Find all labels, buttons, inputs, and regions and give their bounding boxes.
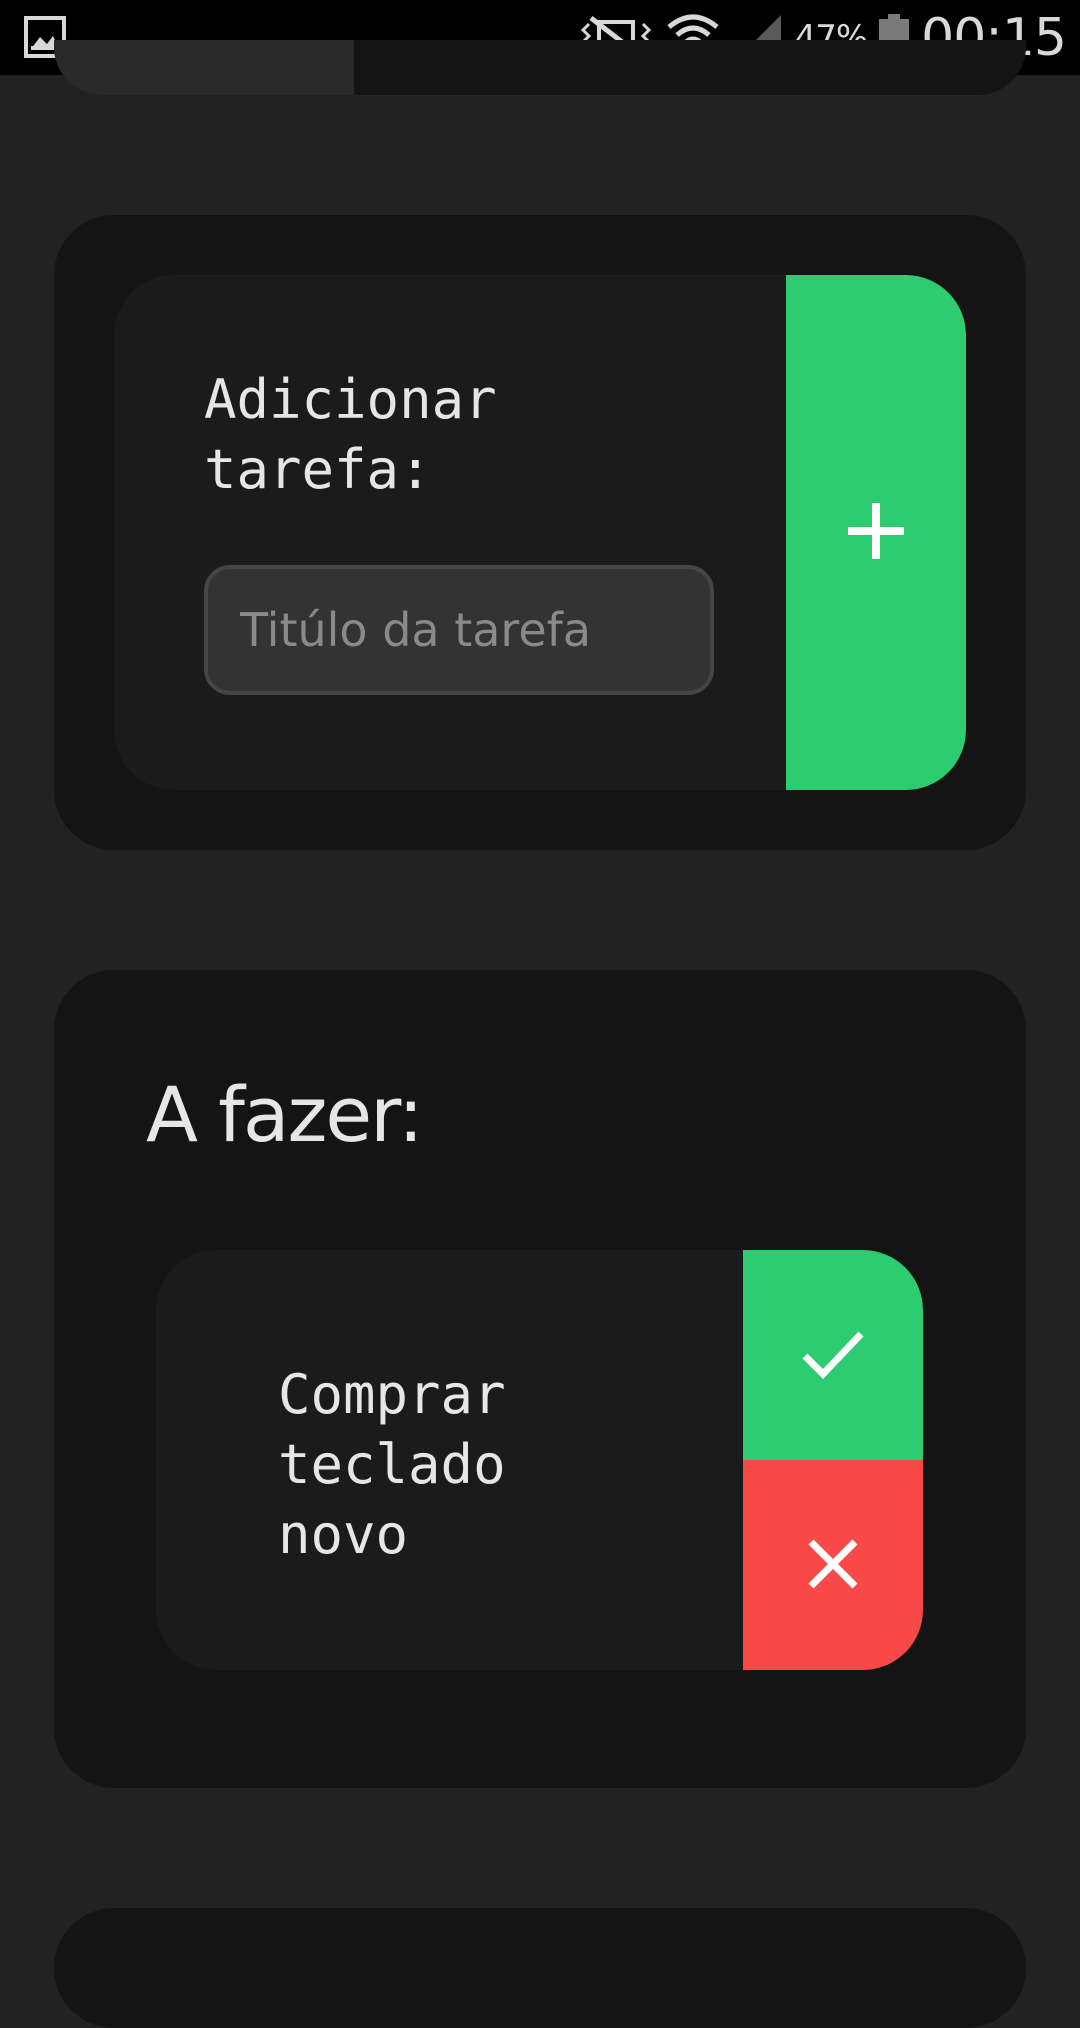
task-item: Comprar teclado novo: [156, 1250, 923, 1670]
add-task-card: Adicionar tarefa:: [54, 215, 1026, 850]
task-title-input[interactable]: [204, 565, 714, 695]
previous-card-segment: [54, 40, 354, 95]
close-icon: [807, 1538, 859, 1593]
next-card: [54, 1908, 1026, 2028]
check-icon: [801, 1328, 865, 1383]
add-task-label: Adicionar tarefa:: [204, 368, 497, 501]
add-task-button[interactable]: [786, 275, 966, 790]
plus-icon: [844, 499, 908, 566]
delete-task-button[interactable]: [743, 1460, 923, 1670]
add-task-panel: Adicionar tarefa:: [114, 275, 966, 790]
task-title: Comprar teclado novo: [278, 1363, 506, 1566]
todo-heading: A fazer:: [146, 1070, 424, 1159]
todo-card: A fazer: Comprar teclado novo: [54, 970, 1026, 1788]
complete-task-button[interactable]: [743, 1250, 923, 1460]
task-actions: [743, 1250, 923, 1670]
previous-card: [54, 40, 1026, 95]
